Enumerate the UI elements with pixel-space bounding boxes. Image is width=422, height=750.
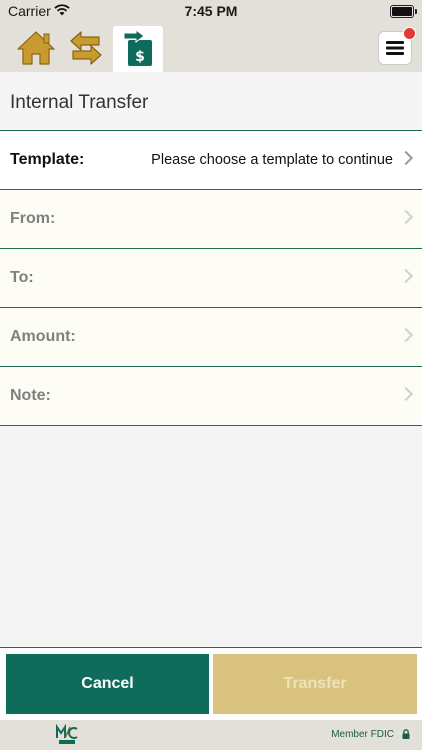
chevron-right-icon [398, 209, 414, 225]
svg-text:$: $ [135, 49, 145, 65]
page-header: Internal Transfer [0, 72, 422, 131]
transfer-form: Template: Please choose a template to co… [0, 131, 422, 426]
to-label: To: [10, 269, 34, 286]
top-nav-bar: $ [0, 22, 422, 72]
chevron-right-icon [398, 268, 414, 284]
template-label: Template: [10, 151, 85, 168]
note-label: Note: [10, 387, 51, 404]
chevron-right-icon [398, 150, 414, 166]
note-row[interactable]: Note: [0, 367, 422, 426]
from-label: From: [10, 210, 56, 227]
hamburger-menu-icon [386, 41, 404, 55]
hamburger-menu-button[interactable] [378, 27, 416, 65]
amount-label: Amount: [10, 328, 76, 345]
cancel-button[interactable]: Cancel [6, 654, 209, 714]
transfer-button[interactable]: Transfer [213, 654, 417, 714]
status-bar: Carrier 7:45 PM [0, 0, 422, 22]
internal-transfer-icon[interactable]: $ [113, 26, 163, 72]
transfer-arrows-icon[interactable] [62, 26, 110, 70]
chevron-right-icon [398, 386, 414, 402]
chevron-right-icon [398, 327, 414, 343]
status-time: 7:45 PM [184, 3, 238, 19]
action-bar: Cancel Transfer [0, 647, 422, 721]
template-value: Please choose a template to continue [151, 152, 393, 168]
page-title: Internal Transfer [10, 92, 149, 113]
home-icon[interactable] [12, 26, 60, 70]
member-fdic-label: Member FDIC [331, 729, 394, 740]
from-row[interactable]: From: [0, 190, 422, 249]
footer: Member FDIC [0, 720, 422, 750]
lock-icon [402, 729, 410, 739]
bank-logo-icon [56, 724, 78, 744]
amount-row[interactable]: Amount: [0, 308, 422, 367]
template-row[interactable]: Template: Please choose a template to co… [0, 131, 422, 190]
battery-icon [390, 5, 417, 18]
to-row[interactable]: To: [0, 249, 422, 308]
notification-badge [403, 27, 416, 40]
